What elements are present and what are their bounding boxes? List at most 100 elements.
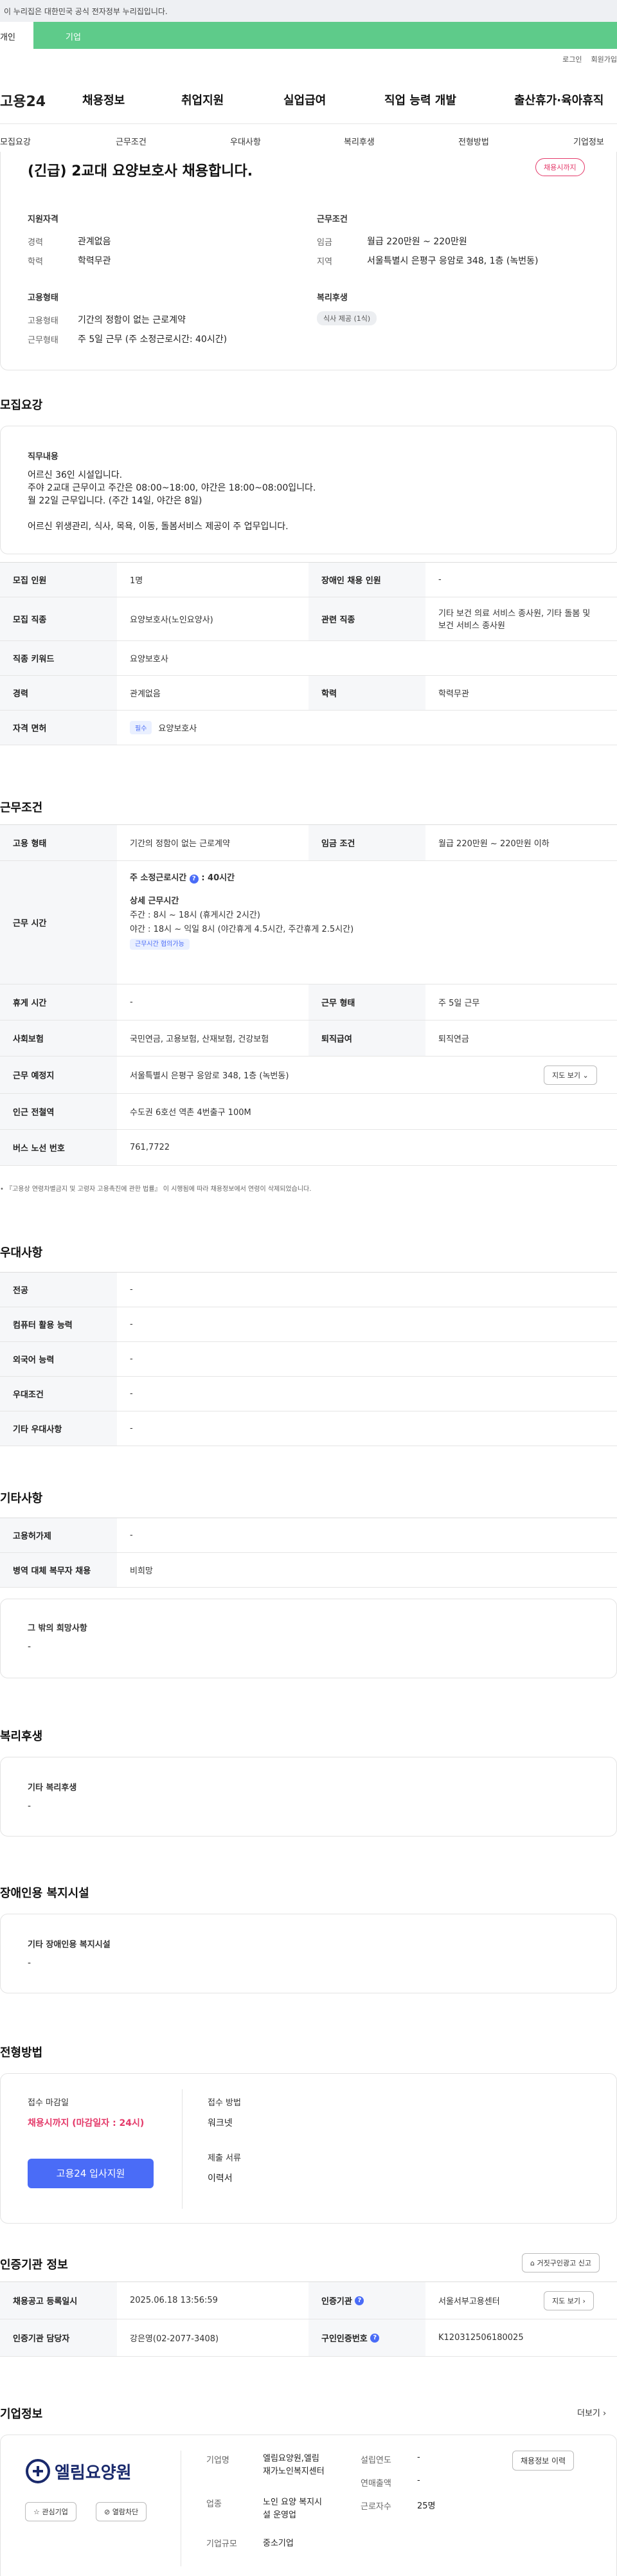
gnb-vocational-training[interactable]: 직업 능력 개발 <box>384 91 456 108</box>
recruit-heading: 모집요강 <box>0 399 43 412</box>
duty-spacer <box>28 507 316 520</box>
license-name: 요양보호사 <box>158 724 197 734</box>
weekly-hours-label: 주 소정근로시간 <box>130 873 187 883</box>
info-icon[interactable]: ? <box>370 2333 380 2343</box>
size-key: 기업규모 <box>206 2539 237 2549</box>
row-key: 채용공고 등록일시 <box>0 2282 117 2319</box>
deadline-badge: 채용시까지 <box>535 158 585 176</box>
row-key: 학력 <box>308 676 425 710</box>
agency-map-label: 지도 보기 <box>552 2297 580 2305</box>
weekly-hours: 주 소정근로시간 ? : 40시간 <box>130 871 353 885</box>
welfare-box: 기타 복리후생 - <box>0 1757 617 1837</box>
emp-type-key: 고용형태 <box>28 316 58 326</box>
subnav-welfare[interactable]: 복리후생 <box>344 135 375 147</box>
method-key: 접수 방법 <box>208 2098 241 2108</box>
tab-personal[interactable]: 개인 <box>0 22 33 49</box>
row-key: 우대조건 <box>0 1377 117 1411</box>
row-key: 인증기관 ? <box>308 2282 425 2319</box>
gnb-employment-support[interactable]: 취업지원 <box>181 91 224 108</box>
util-links: 로그인 회원가입 <box>562 54 617 64</box>
row-value: K120312506180025 <box>438 2333 524 2343</box>
subnav-preferences[interactable]: 우대사항 <box>230 135 261 147</box>
gnb-parental-leave[interactable]: 출산휴가·육아휴직 <box>514 91 604 108</box>
row-key: 구인인증번호 ? <box>308 2319 425 2356</box>
sales-key: 연매출액 <box>361 2479 391 2489</box>
subnav-screening[interactable]: 전형방법 <box>458 135 489 147</box>
section-nav: 모집요강 근무조건 우대사항 복리후생 전형방법 기업정보 <box>0 123 617 156</box>
gov-banner: 이 누리집은 대한민국 공식 전자정부 누리집입니다. <box>0 0 617 22</box>
job-history-button[interactable]: 채용정보 이력 <box>512 2451 575 2471</box>
apply-button[interactable]: 고용24 입사지원 <box>28 2159 154 2188</box>
conditions-table: 고용 형태 기간의 정함이 없는 근로계약 임금 조건 월급 220만원 ~ 2… <box>0 824 617 1166</box>
night-shift: 야간 : 18시 ~ 익일 8시 (야간휴게 4.5시간, 주간휴게 2.5시간… <box>130 925 354 934</box>
row-value: 국민연금, 고용보험, 산재보험, 건강보험 <box>130 1035 269 1044</box>
work-form-key: 근무형태 <box>28 336 58 345</box>
subnav-recruit[interactable]: 모집요강 <box>0 135 31 147</box>
block-view-button[interactable]: ⊘ 열람차단 <box>96 2502 147 2521</box>
row-key: 모집 직종 <box>0 597 117 640</box>
docs-value: 이력서 <box>208 2173 233 2184</box>
row-value: 요양보호사(노인요양사) <box>130 615 213 625</box>
row-value: - <box>130 1285 133 1294</box>
report-ad-button[interactable]: ⌂ 거짓구인광고 신고 <box>522 2253 600 2272</box>
gnb-job-info[interactable]: 채용정보 <box>82 91 125 108</box>
row-value: - <box>130 1424 133 1433</box>
conditions-heading: 근무조건 <box>0 801 43 815</box>
gnb-unemployment-benefit[interactable]: 실업급여 <box>283 91 326 108</box>
disab-box-value: - <box>28 1958 31 1968</box>
wage-value: 월급 220만원 ~ 220만원 <box>367 237 467 247</box>
map-view-button[interactable]: 지도 보기 ⌄ <box>544 1066 597 1085</box>
row-key: 고용허가제 <box>0 1518 117 1552</box>
login-link[interactable]: 로그인 <box>562 54 582 64</box>
more-link[interactable]: 더보기 › <box>577 2406 606 2418</box>
table-row: 사회보험 국민연금, 고용보험, 산재보험, 건강보험 퇴직급여 퇴직연금 <box>0 1020 617 1057</box>
report-icon: ⌂ <box>530 2259 535 2267</box>
subnav-conditions[interactable]: 근무조건 <box>116 135 147 147</box>
screen-heading: 전형방법 <box>0 2046 43 2060</box>
welfare-box-title: 기타 복리후생 <box>28 1783 77 1793</box>
close-key: 접수 마감일 <box>28 2098 69 2108</box>
info-icon[interactable]: ? <box>189 875 199 884</box>
favorite-label: 관심기업 <box>42 2508 68 2516</box>
cond-title: 근무조건 <box>317 215 348 224</box>
table-row: 고용허가제 - <box>0 1518 617 1553</box>
table-row: 자격 면허 필수 요양보호사 <box>0 711 617 745</box>
row-value: 필수 요양보호사 <box>117 711 210 745</box>
table-row: 근무 예정지 서울특별시 은평구 응암로 348, 1층 (녹번동) 지도 보기… <box>0 1057 617 1094</box>
edu-value: 학력무관 <box>78 256 111 266</box>
related-line: 기타 보건 의료 서비스 종사원, 기타 돌봄 및 <box>438 609 591 619</box>
row-value: 요양보호사 <box>130 655 168 664</box>
block-icon: ⊘ <box>104 2508 111 2516</box>
tab-company[interactable]: 기업 <box>33 22 617 49</box>
day-shift: 주간 : 8시 ~ 18시 (휴게시간 2시간) <box>130 911 260 920</box>
row-value: 수도권 6호선 역촌 4번출구 100M <box>130 1108 251 1118</box>
work-form-value: 주 5일 근무 (주 소정근로시간: 40시간) <box>78 334 228 345</box>
duty-line: 어르신 위생관리, 식사, 목욕, 이동, 돌봄서비스 제공이 주 업무입니다. <box>28 522 289 532</box>
agency-table: 채용공고 등록일시 2025.06.18 13:56:59 인증기관 ? 서울서… <box>0 2281 617 2357</box>
company-logo: 엘림요양원 <box>25 2458 132 2484</box>
subnav-company[interactable]: 기업정보 <box>573 135 604 147</box>
table-row: 휴게 시간 - 근무 형태 주 5일 근무 <box>0 984 617 1020</box>
row-key: 기타 우대사항 <box>0 1411 117 1446</box>
row-key: 컴퓨터 활용 능력 <box>0 1307 117 1341</box>
agency-map-button[interactable]: 지도 보기 › <box>544 2291 594 2310</box>
docs-key: 제출 서류 <box>208 2154 241 2163</box>
row-value: - <box>130 997 133 1007</box>
map-view-label: 지도 보기 <box>552 1071 580 1080</box>
emp-title: 고용형태 <box>28 293 58 303</box>
row-key: 전공 <box>0 1273 117 1307</box>
site-logo[interactable]: 고용24 <box>0 90 46 111</box>
signup-link[interactable]: 회원가입 <box>591 54 617 64</box>
row-key: 경력 <box>0 676 117 710</box>
year-value: - <box>417 2453 420 2462</box>
area-value: 서울특별시 은평구 응암로 348, 1층 (녹번동) <box>367 256 539 266</box>
disab-box-title: 기타 장애인용 복지시설 <box>28 1940 111 1950</box>
job-summary-card: (긴급) 2교대 요양보호사 채용합니다. 채용시까지 지원자격 경력 관계없음… <box>0 152 617 370</box>
table-row: 우대조건 - <box>0 1377 617 1411</box>
info-icon[interactable]: ? <box>355 2296 364 2305</box>
row-key: 휴게 시간 <box>0 984 117 1020</box>
row-value: 주 5일 근무 <box>438 999 480 1008</box>
row-value: 강은영(02-2077-3408) <box>130 2334 219 2344</box>
favorite-company-button[interactable]: ☆ 관심기업 <box>25 2502 76 2521</box>
